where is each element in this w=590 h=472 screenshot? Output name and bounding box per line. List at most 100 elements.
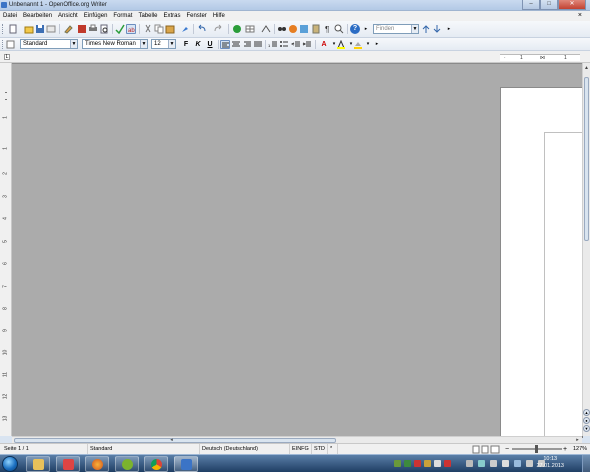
chevron-down-icon[interactable]: ▼: [168, 40, 175, 48]
menu-hilfe[interactable]: Hilfe: [210, 11, 228, 21]
taskbar-explorer-button[interactable]: [26, 456, 50, 472]
taskbar-firefox-button[interactable]: [85, 456, 109, 472]
menu-bearbeiten[interactable]: Bearbeiten: [20, 11, 55, 21]
menu-ansicht[interactable]: Ansicht: [55, 11, 81, 21]
vertical-scrollbar[interactable]: ▲ ▲ ● ▼: [582, 63, 590, 436]
find-replace-icon[interactable]: [277, 24, 287, 34]
background-color-icon[interactable]: [353, 40, 363, 49]
tray-app-icon[interactable]: [394, 460, 401, 467]
network-icon[interactable]: [514, 460, 521, 467]
minimize-button[interactable]: –: [522, 0, 540, 10]
chevron-down-icon[interactable]: ▼: [70, 40, 77, 48]
clone-formatting-icon[interactable]: [180, 24, 190, 34]
taskbar-spotify-button[interactable]: [115, 456, 139, 472]
zoom-slider-handle[interactable]: [535, 445, 538, 453]
data-sources-icon[interactable]: [311, 24, 321, 34]
next-page-icon[interactable]: ▼: [583, 425, 590, 432]
align-center-icon[interactable]: [231, 40, 241, 49]
start-button[interactable]: [2, 456, 18, 472]
auto-spellcheck-icon[interactable]: ab: [126, 24, 136, 34]
find-input[interactable]: Finden ▼: [373, 24, 419, 34]
menu-tabelle[interactable]: Tabelle: [135, 11, 160, 21]
toolbar-grip[interactable]: [2, 24, 5, 34]
menu-format[interactable]: Format: [110, 11, 135, 21]
align-left-icon[interactable]: [220, 40, 230, 49]
print-icon[interactable]: [88, 24, 98, 34]
toolbar-grip[interactable]: [2, 40, 5, 49]
taskbar-app-button[interactable]: [56, 456, 80, 472]
document-workspace[interactable]: [12, 63, 584, 438]
highlighting-icon[interactable]: [336, 39, 346, 49]
maximize-button[interactable]: □: [540, 0, 558, 10]
zoom-icon[interactable]: [334, 24, 344, 34]
vertical-scroll-thumb[interactable]: [584, 77, 589, 241]
document-page[interactable]: [500, 87, 584, 438]
navigator-icon[interactable]: [288, 24, 298, 34]
show-desktop-button[interactable]: [582, 455, 590, 472]
font-color-icon[interactable]: A: [319, 40, 329, 49]
navigation-icon[interactable]: ●: [583, 417, 590, 424]
find-dropdown-icon[interactable]: ▼: [411, 25, 418, 33]
tray-app-icon[interactable]: [404, 460, 411, 467]
formatting-toolbar-chevron-icon[interactable]: ▸: [372, 40, 382, 49]
nonprinting-characters-icon[interactable]: ¶: [323, 24, 333, 34]
copy-icon[interactable]: [154, 24, 164, 34]
font-size-select[interactable]: 12 ▼: [151, 39, 176, 49]
table-icon[interactable]: [245, 24, 255, 34]
numbering-icon[interactable]: 1: [268, 40, 278, 49]
vertical-ruler[interactable]: 1 1 2 3 4 5 6 7 8 9 10 11 12 13: [0, 63, 12, 436]
paragraph-style-select[interactable]: Standard ▼: [20, 39, 78, 49]
menu-fenster[interactable]: Fenster: [183, 11, 209, 21]
italic-button[interactable]: K: [193, 40, 203, 49]
tab-type-selector[interactable]: L: [4, 54, 10, 60]
tray-app-icon[interactable]: [424, 460, 431, 467]
menu-datei[interactable]: Datei: [0, 11, 20, 21]
taskbar-writer-button[interactable]: [174, 456, 198, 472]
cut-icon[interactable]: [143, 24, 153, 34]
decrease-indent-icon[interactable]: [290, 40, 301, 49]
taskbar-chrome-button[interactable]: [144, 456, 168, 472]
open-folder-icon[interactable]: [24, 24, 34, 34]
network-icon[interactable]: [478, 460, 485, 467]
tray-app-icon[interactable]: [414, 460, 421, 467]
bullets-icon[interactable]: [279, 40, 289, 49]
find-next-icon[interactable]: [421, 24, 431, 34]
show-draw-functions-icon[interactable]: [261, 24, 271, 34]
volume-icon[interactable]: [526, 460, 533, 467]
clock[interactable]: 10:13 27.01.2013: [536, 456, 564, 470]
edit-file-icon[interactable]: [63, 24, 73, 34]
close-document-button[interactable]: ×: [575, 12, 585, 20]
hyperlink-icon[interactable]: [232, 24, 242, 34]
increase-indent-icon[interactable]: [302, 40, 312, 49]
send-mail-icon[interactable]: [46, 24, 56, 34]
justify-icon[interactable]: [253, 40, 263, 49]
menu-extras[interactable]: Extras: [160, 11, 183, 21]
gallery-icon[interactable]: [299, 24, 309, 34]
align-right-icon[interactable]: [242, 40, 252, 49]
horizontal-ruler[interactable]: L · 1 ⋈ 1: [0, 51, 590, 63]
menu-einfuegen[interactable]: Einfügen: [81, 11, 111, 21]
spellcheck-icon[interactable]: [115, 24, 125, 35]
paste-icon[interactable]: [165, 24, 175, 34]
underline-button[interactable]: U: [205, 40, 215, 49]
new-document-icon[interactable]: [8, 24, 18, 34]
styles-formatting-icon[interactable]: [6, 40, 16, 49]
redo-icon[interactable]: [213, 24, 223, 34]
page-preview-icon[interactable]: [99, 24, 109, 34]
tray-app-icon[interactable]: [466, 460, 473, 467]
bold-button[interactable]: F: [181, 40, 191, 49]
tray-app-icon[interactable]: [444, 460, 451, 467]
tray-app-icon[interactable]: [502, 460, 509, 467]
horizontal-scrollbar[interactable]: ◂ ▸: [12, 436, 582, 443]
close-window-button[interactable]: ✕: [558, 0, 586, 10]
export-pdf-icon[interactable]: [77, 24, 87, 34]
tray-app-icon[interactable]: [434, 460, 441, 467]
find-previous-icon[interactable]: [432, 24, 442, 34]
undo-icon[interactable]: [197, 24, 207, 34]
chevron-down-icon[interactable]: ▼: [140, 40, 147, 48]
save-icon[interactable]: [35, 24, 45, 34]
find-toolbar-chevron-icon[interactable]: ▸: [444, 24, 454, 34]
font-name-select[interactable]: Times New Roman ▼: [82, 39, 148, 49]
help-icon[interactable]: ?: [350, 24, 360, 34]
flag-icon[interactable]: [490, 460, 497, 467]
